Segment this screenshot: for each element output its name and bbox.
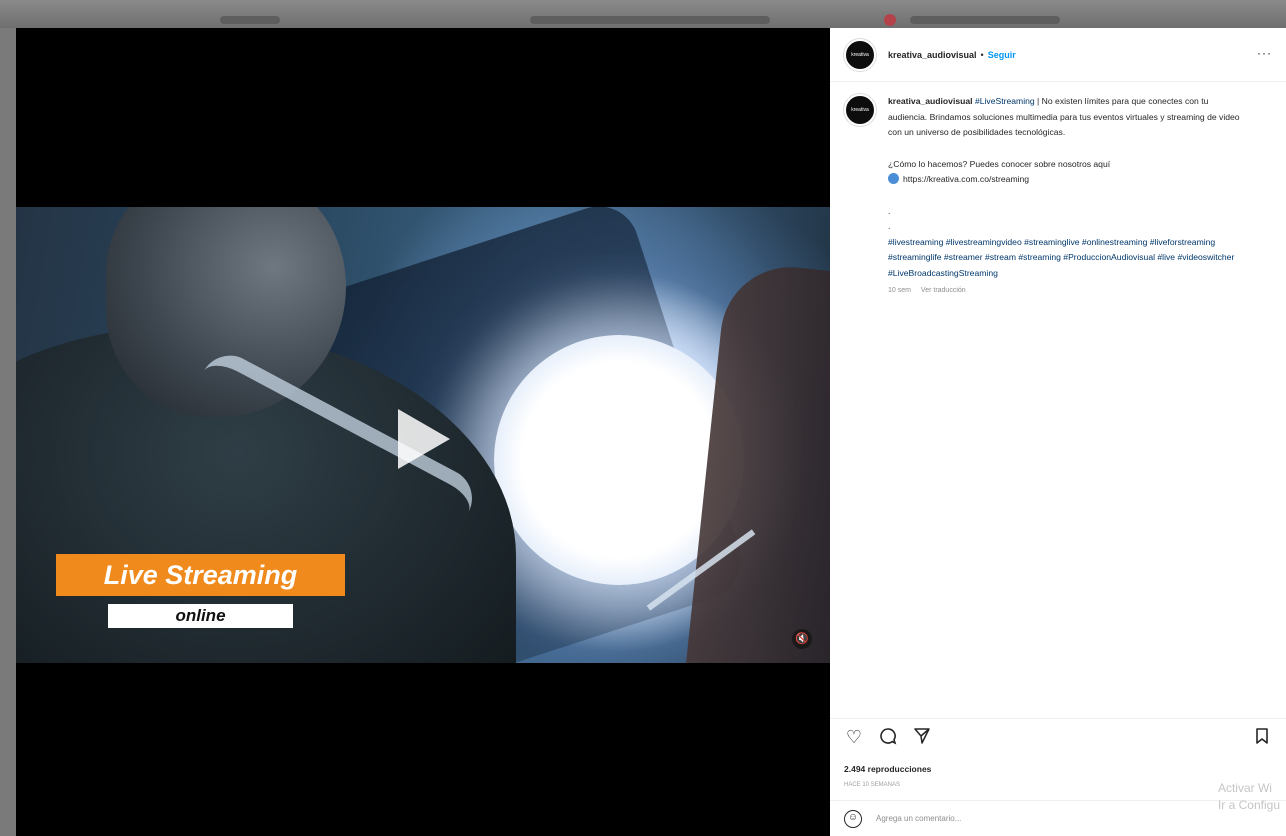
windows-activation-watermark: Activar Wi Ir a Configu <box>1218 780 1280 814</box>
notification-dot[interactable] <box>884 14 896 26</box>
views-count[interactable]: 2.494 reproducciones <box>844 764 931 774</box>
hand-shape <box>684 260 830 663</box>
caption-username[interactable]: kreativa_audiovisual <box>888 96 973 106</box>
top-bar-element <box>530 16 770 24</box>
caption-first-hashtag[interactable]: #LiveStreaming <box>975 96 1035 106</box>
watermark-line: Ir a Configu <box>1217 798 1280 812</box>
follow-button[interactable]: Seguir <box>988 50 1016 60</box>
video-frame[interactable]: Live Streaming online 🔇 <box>16 207 830 663</box>
post-caption: kreativa kreativa_audiovisual #LiveStrea… <box>844 94 1274 299</box>
caption-avatar[interactable]: kreativa <box>844 94 876 126</box>
comment-input[interactable] <box>876 814 1136 823</box>
comment-icon[interactable] <box>878 727 898 747</box>
action-bar: ♡ <box>830 718 1286 754</box>
caption-dot: . <box>888 205 891 216</box>
caption-time-ago: 10 sem <box>888 287 911 294</box>
speaker-muted-icon[interactable]: 🔇 <box>792 629 812 649</box>
see-translation-link[interactable]: Ver traducción <box>921 287 966 294</box>
caption-link-line: https://kreativa.com.co/streaming <box>888 172 1248 188</box>
browser-top-bar <box>0 0 1286 28</box>
caption-meta: 10 sem Ver traducción <box>888 283 1248 299</box>
watermark-line: Activar Wi <box>1217 781 1272 795</box>
caption-hashtags[interactable]: #livestreaming #livestreamingvideo #stre… <box>888 235 1248 282</box>
avatar[interactable]: kreativa <box>844 38 876 71</box>
share-icon[interactable] <box>912 727 932 747</box>
bookmark-icon[interactable] <box>1252 727 1272 747</box>
caption-text: kreativa_audiovisual #LiveStreaming | No… <box>888 94 1248 299</box>
top-bar-element <box>220 16 280 24</box>
caption-paragraph-2: ¿Cómo lo hacemos? Puedes conocer sobre n… <box>888 158 1111 169</box>
caption-paragraph-1: kreativa_audiovisual #LiveStreaming | No… <box>888 94 1248 141</box>
header-separator: • <box>980 49 984 60</box>
top-bar-element <box>910 16 1060 24</box>
overlay-subtitle: online <box>108 604 293 628</box>
more-options-icon[interactable]: ··· <box>1257 46 1272 60</box>
emoji-icon[interactable]: ☺ <box>844 809 862 828</box>
video-area[interactable]: Live Streaming online 🔇 <box>16 28 830 836</box>
overlay-title: Live Streaming <box>56 554 345 596</box>
post-header: kreativa kreativa_audiovisual • Seguir ·… <box>830 28 1286 82</box>
play-icon[interactable] <box>398 409 450 469</box>
post-date: HACE 10 SEMANAS <box>844 782 901 788</box>
username-link[interactable]: kreativa_audiovisual <box>888 50 977 60</box>
post-modal: Live Streaming online 🔇 kreativa kreativ… <box>16 28 1286 836</box>
caption-dot: . <box>888 221 891 231</box>
globe-icon <box>888 173 899 184</box>
post-side-panel: kreativa kreativa_audiovisual • Seguir ·… <box>830 28 1286 836</box>
caption-link[interactable]: https://kreativa.com.co/streaming <box>903 174 1029 184</box>
heart-icon[interactable]: ♡ <box>844 727 864 747</box>
